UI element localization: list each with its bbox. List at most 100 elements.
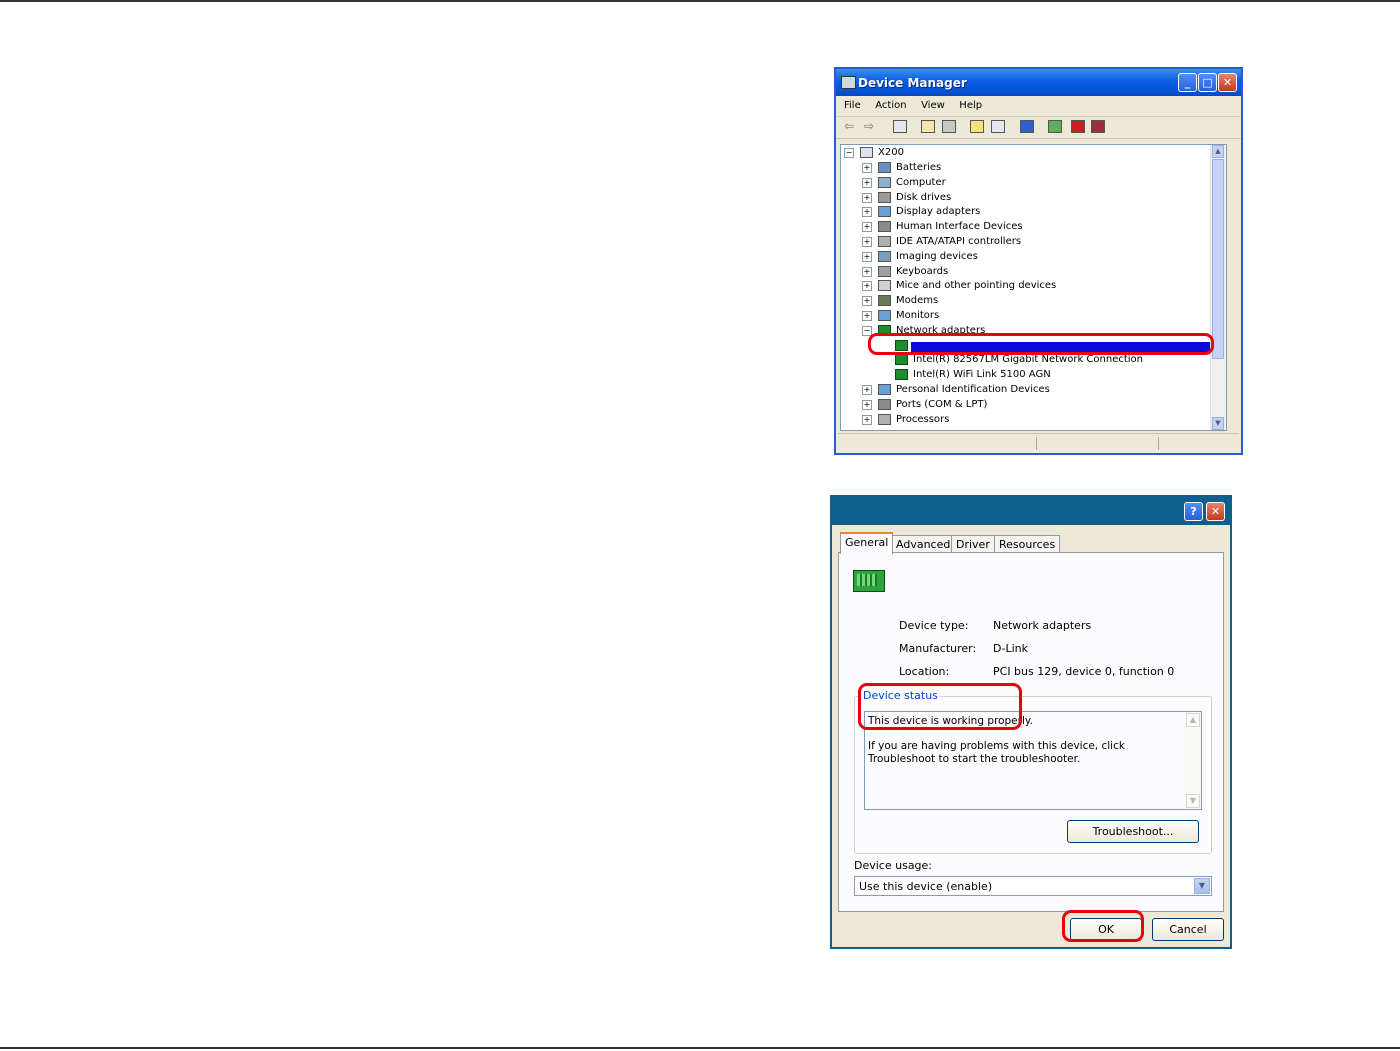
scroll-down-icon[interactable]: ▼ (1186, 794, 1200, 808)
manufacturer-label: Manufacturer: (899, 642, 977, 655)
tree-item-label: Disk drives (896, 191, 952, 203)
device-tree[interactable]: − X200 + Batteries + Computer + Disk drives + D… (840, 144, 1227, 431)
menu-help[interactable]: Help (959, 96, 982, 116)
status-bar (838, 433, 1239, 452)
expand-icon[interactable]: + (862, 207, 872, 218)
view-icon[interactable] (991, 120, 1005, 133)
status-pane-divider (1158, 437, 1159, 450)
tree-item-label: Ports (COM & LPT) (896, 398, 988, 410)
tree-item-label: Modems (896, 295, 939, 307)
network-adapter-icon (895, 369, 908, 381)
scroll-up-icon[interactable]: ▲ (1212, 145, 1224, 158)
device-usage-label: Device usage: (854, 859, 933, 872)
device-manager-titlebar[interactable]: Device Manager _ □ ✕ (836, 69, 1241, 96)
menu-bar: File Action View Help (836, 96, 1241, 117)
tree-item-label: Intel(R) WiFi Link 5100 AGN (913, 369, 1051, 381)
device-usage-select[interactable]: Use this device (enable) ▼ (854, 876, 1212, 896)
expand-icon[interactable]: + (862, 414, 872, 425)
tab-resources[interactable]: Resources (994, 535, 1061, 553)
expand-icon[interactable]: + (862, 237, 872, 247)
tree-item-label: Personal Identification Devices (896, 384, 1050, 395)
tree-item-label: IDE ATA/ATAPI controllers (896, 236, 1022, 247)
maximize-button[interactable]: □ (1198, 73, 1217, 92)
device-category-icon (878, 191, 891, 203)
computer-icon (841, 76, 856, 89)
device-category-icon (878, 206, 891, 218)
help-icon[interactable] (970, 120, 984, 133)
expand-icon[interactable]: + (862, 177, 872, 188)
help-button[interactable]: ? (1184, 502, 1203, 521)
status-line-troubleshoot-hint: If you are having problems with this dev… (868, 740, 1125, 765)
scroll-thumb[interactable] (1212, 159, 1224, 359)
console-icon[interactable] (893, 120, 907, 133)
scan-hardware-icon[interactable] (1020, 120, 1034, 133)
device-category-icon (878, 265, 891, 277)
tree-item-label: Processors (896, 413, 950, 425)
toolbar: ⇦ ⇨ (836, 117, 1241, 139)
manufacturer-value: D-Link (993, 642, 1028, 655)
chevron-down-icon[interactable]: ▼ (1194, 878, 1210, 894)
disable-icon[interactable] (1091, 120, 1105, 133)
device-category-icon (878, 413, 891, 425)
expand-icon[interactable]: + (862, 296, 872, 307)
bottom-rule (0, 1047, 1400, 1049)
device-category-icon (878, 236, 891, 247)
expand-icon[interactable]: + (862, 385, 872, 395)
device-category-icon (878, 310, 891, 321)
device-usage-value: Use this device (enable) (859, 880, 993, 893)
tree-item-label: Human Interface Devices (896, 221, 1023, 233)
highlight-selected-adapter (868, 333, 1214, 355)
tree-scrollbar[interactable]: ▲ ▼ (1210, 145, 1226, 430)
dialog-titlebar[interactable]: ? ✕ (832, 497, 1230, 525)
collapse-icon[interactable]: − (844, 148, 854, 158)
tree-item-label: Keyboards (896, 265, 949, 277)
forward-icon[interactable]: ⇨ (864, 120, 878, 133)
tree-item-label: Imaging devices (896, 250, 978, 262)
expand-icon[interactable]: + (862, 222, 872, 233)
properties-icon[interactable] (921, 120, 935, 133)
device-category-icon (878, 250, 891, 262)
device-category-icon (878, 221, 891, 233)
tree-item-label: Display adapters (896, 206, 981, 218)
device-category-icon (878, 384, 891, 395)
status-scrollbar[interactable]: ▲ ▼ (1185, 712, 1201, 809)
expand-icon[interactable]: + (862, 251, 872, 262)
highlight-ok-button (1062, 910, 1144, 942)
location-value: PCI bus 129, device 0, function 0 (993, 665, 1175, 678)
update-driver-icon[interactable] (1048, 120, 1062, 133)
expand-icon[interactable]: + (862, 399, 872, 410)
close-button[interactable]: ✕ (1218, 73, 1237, 92)
troubleshoot-button[interactable]: Troubleshoot... (1067, 820, 1199, 843)
scroll-up-icon[interactable]: ▲ (1186, 713, 1200, 727)
general-panel: Device type: Network adapters Manufactur… (838, 552, 1224, 912)
back-icon[interactable]: ⇦ (844, 120, 858, 133)
device-category-icon (878, 280, 891, 292)
tree-root-label: X200 (878, 147, 904, 158)
scroll-down-icon[interactable]: ▼ (1212, 417, 1224, 430)
expand-icon[interactable]: + (862, 281, 872, 292)
menu-view[interactable]: View (921, 96, 945, 116)
tab-general[interactable]: General (840, 532, 894, 554)
network-adapter-icon (895, 354, 908, 366)
dialog-close-button[interactable]: ✕ (1206, 502, 1225, 521)
location-label: Location: (899, 665, 950, 678)
device-category-icon (878, 295, 891, 307)
expand-icon[interactable]: + (862, 266, 872, 277)
print-icon[interactable] (942, 120, 956, 133)
uninstall-icon[interactable] (1071, 120, 1085, 133)
tab-advanced[interactable]: Advanced (891, 535, 956, 553)
expand-icon[interactable]: + (862, 311, 872, 321)
status-pane-divider (1036, 437, 1037, 450)
top-rule (0, 0, 1400, 2)
expand-icon[interactable]: + (862, 192, 872, 203)
computer-icon (860, 147, 873, 158)
minimize-button[interactable]: _ (1178, 73, 1197, 92)
tab-driver[interactable]: Driver (951, 535, 995, 553)
tree-item-label: Monitors (896, 310, 940, 321)
expand-icon[interactable]: + (862, 163, 872, 173)
cancel-button[interactable]: Cancel (1152, 918, 1224, 941)
tree-item-label: Batteries (896, 162, 942, 173)
menu-file[interactable]: File (844, 96, 861, 116)
tree-item-label: Mice and other pointing devices (896, 280, 1057, 292)
menu-action[interactable]: Action (875, 96, 906, 116)
